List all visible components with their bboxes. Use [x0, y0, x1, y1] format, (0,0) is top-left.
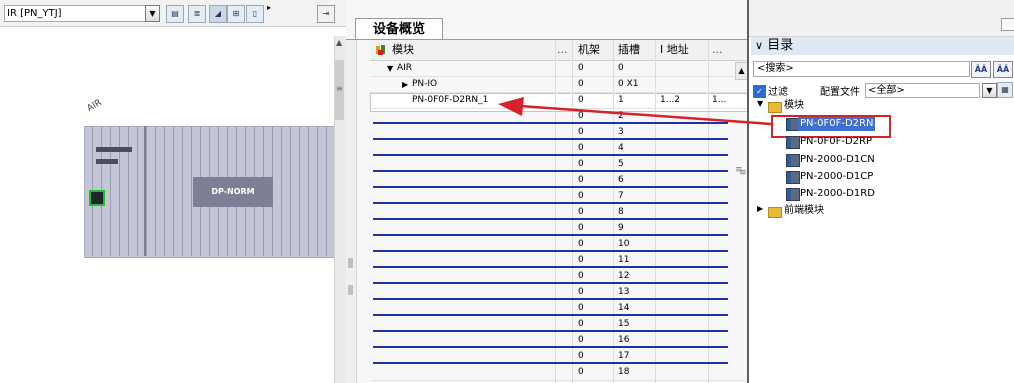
drag-arrow [498, 97, 772, 126]
